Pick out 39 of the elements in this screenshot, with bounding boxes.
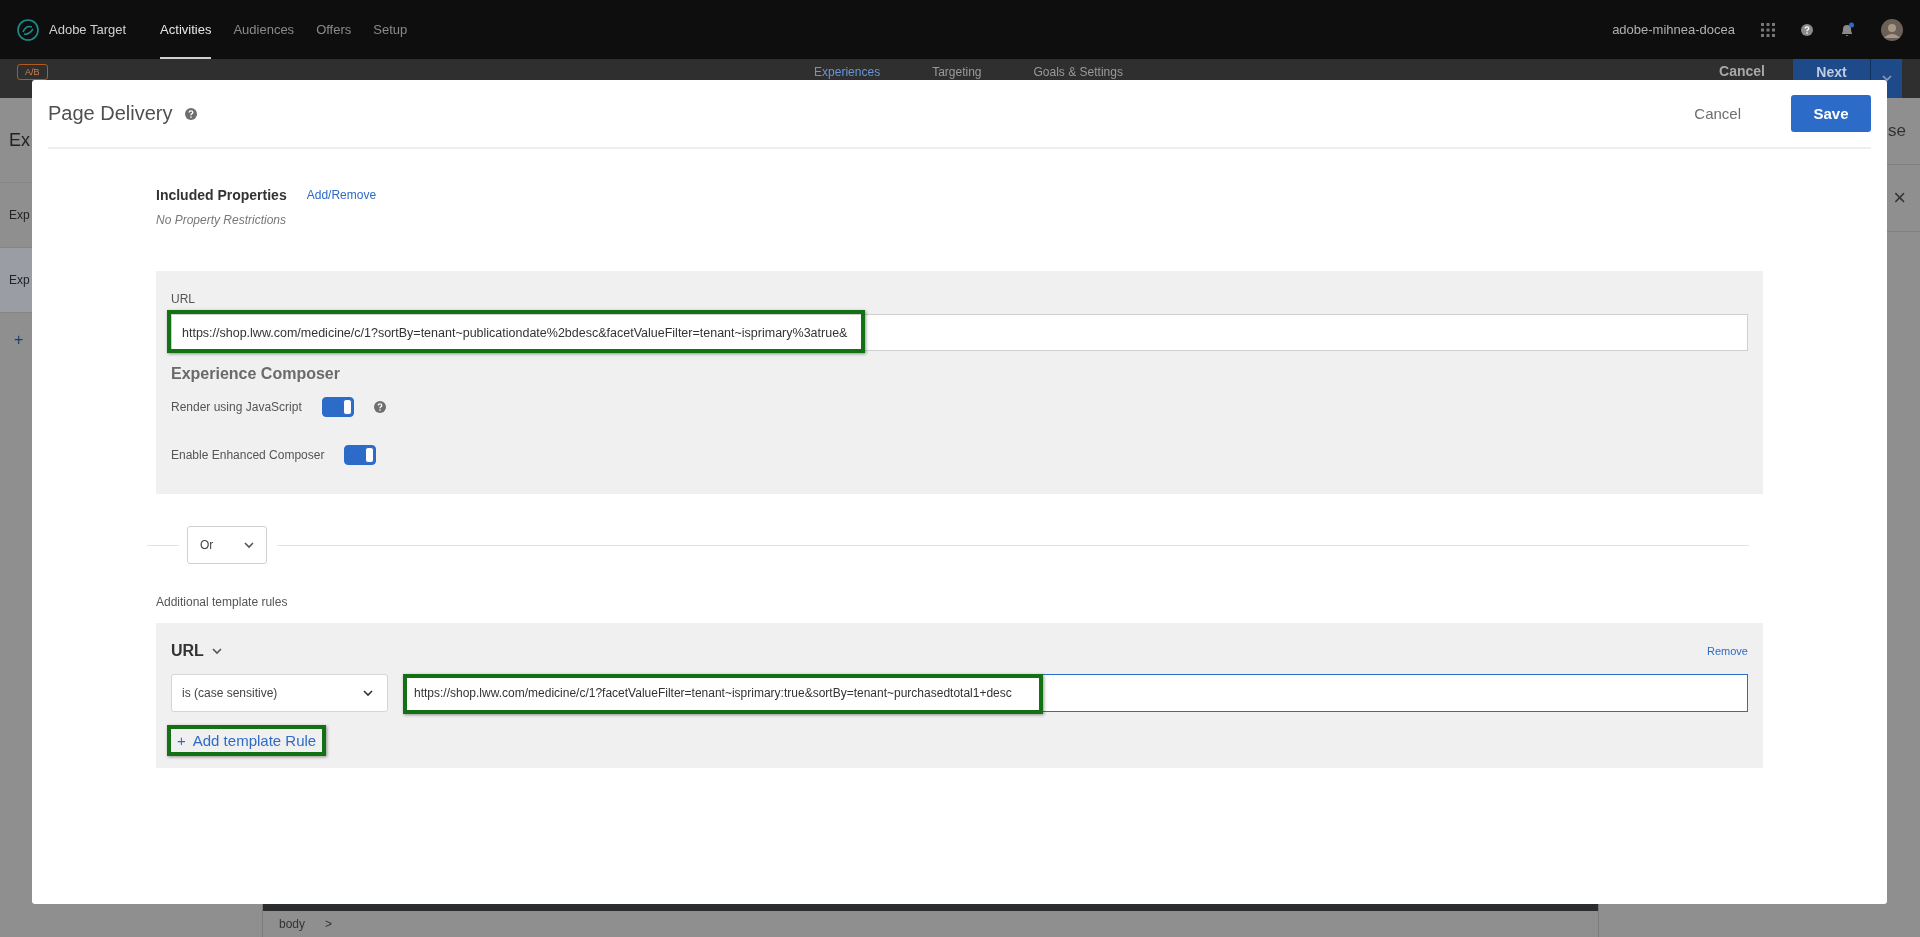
product-name[interactable]: Adobe Target	[49, 22, 127, 37]
add-template-rule-link[interactable]: + Add template Rule	[167, 725, 327, 756]
toggle-switch[interactable]	[321, 397, 354, 417]
chevron-icon	[363, 689, 373, 697]
section-label: Additional template rules	[156, 595, 289, 609]
breadcrumb-item[interactable]: >	[325, 917, 333, 931]
nav-tab[interactable]: Setup	[373, 0, 408, 59]
caret-icon	[1881, 75, 1892, 82]
help-icon[interactable]	[1801, 23, 1813, 36]
remove-link[interactable]: Remove	[1707, 645, 1748, 657]
step-tab[interactable]: Targeting	[932, 65, 982, 79]
section-title: Experience Composer	[171, 365, 341, 383]
logo-icon	[17, 18, 39, 41]
option-label: Enable Enhanced Composer	[171, 448, 325, 462]
nav-tab[interactable]: Offers	[316, 0, 352, 59]
dialog-title: Page Delivery	[48, 102, 173, 125]
breadcrumb-item[interactable]: body	[279, 917, 306, 931]
add-remove-link[interactable]: Add/Remove	[306, 188, 377, 202]
operator-dropdown[interactable]: Or	[187, 526, 267, 564]
avatar-icon[interactable]	[1881, 18, 1903, 41]
toggle-switch[interactable]	[344, 445, 377, 465]
option-label: Render using JavaScript	[171, 400, 302, 414]
bell-icon[interactable]	[1839, 21, 1855, 38]
cancel-button[interactable]: Cancel	[1719, 63, 1765, 79]
section-title: Included Properties	[156, 187, 287, 203]
step-tab[interactable]: Experiences	[814, 65, 881, 79]
nav-tab[interactable]: Audiences	[233, 0, 295, 59]
condition-dropdown[interactable]: is (case sensitive)	[171, 674, 388, 712]
chevron-icon	[211, 647, 222, 655]
field-label: URL	[171, 292, 196, 306]
user-name[interactable]: adobe-mihnea-docea	[1612, 22, 1735, 37]
apps-grid-icon[interactable]	[1761, 22, 1775, 37]
step-tab[interactable]: Goals & Settings	[1033, 65, 1123, 79]
cancel-button[interactable]: Cancel	[1688, 104, 1747, 123]
note-text: No Property Restrictions	[156, 213, 288, 227]
save-button[interactable]: Save	[1791, 95, 1871, 132]
chevron-icon	[244, 541, 254, 549]
rule-field-label[interactable]: URL	[171, 642, 204, 660]
url-field[interactable]: https://shop.lww.com/medicine/c/1?sortBy=tenant~publicationdate%2bdesc&facetValueFilter=tenant~isprimary%3atrue&	[171, 314, 1748, 351]
